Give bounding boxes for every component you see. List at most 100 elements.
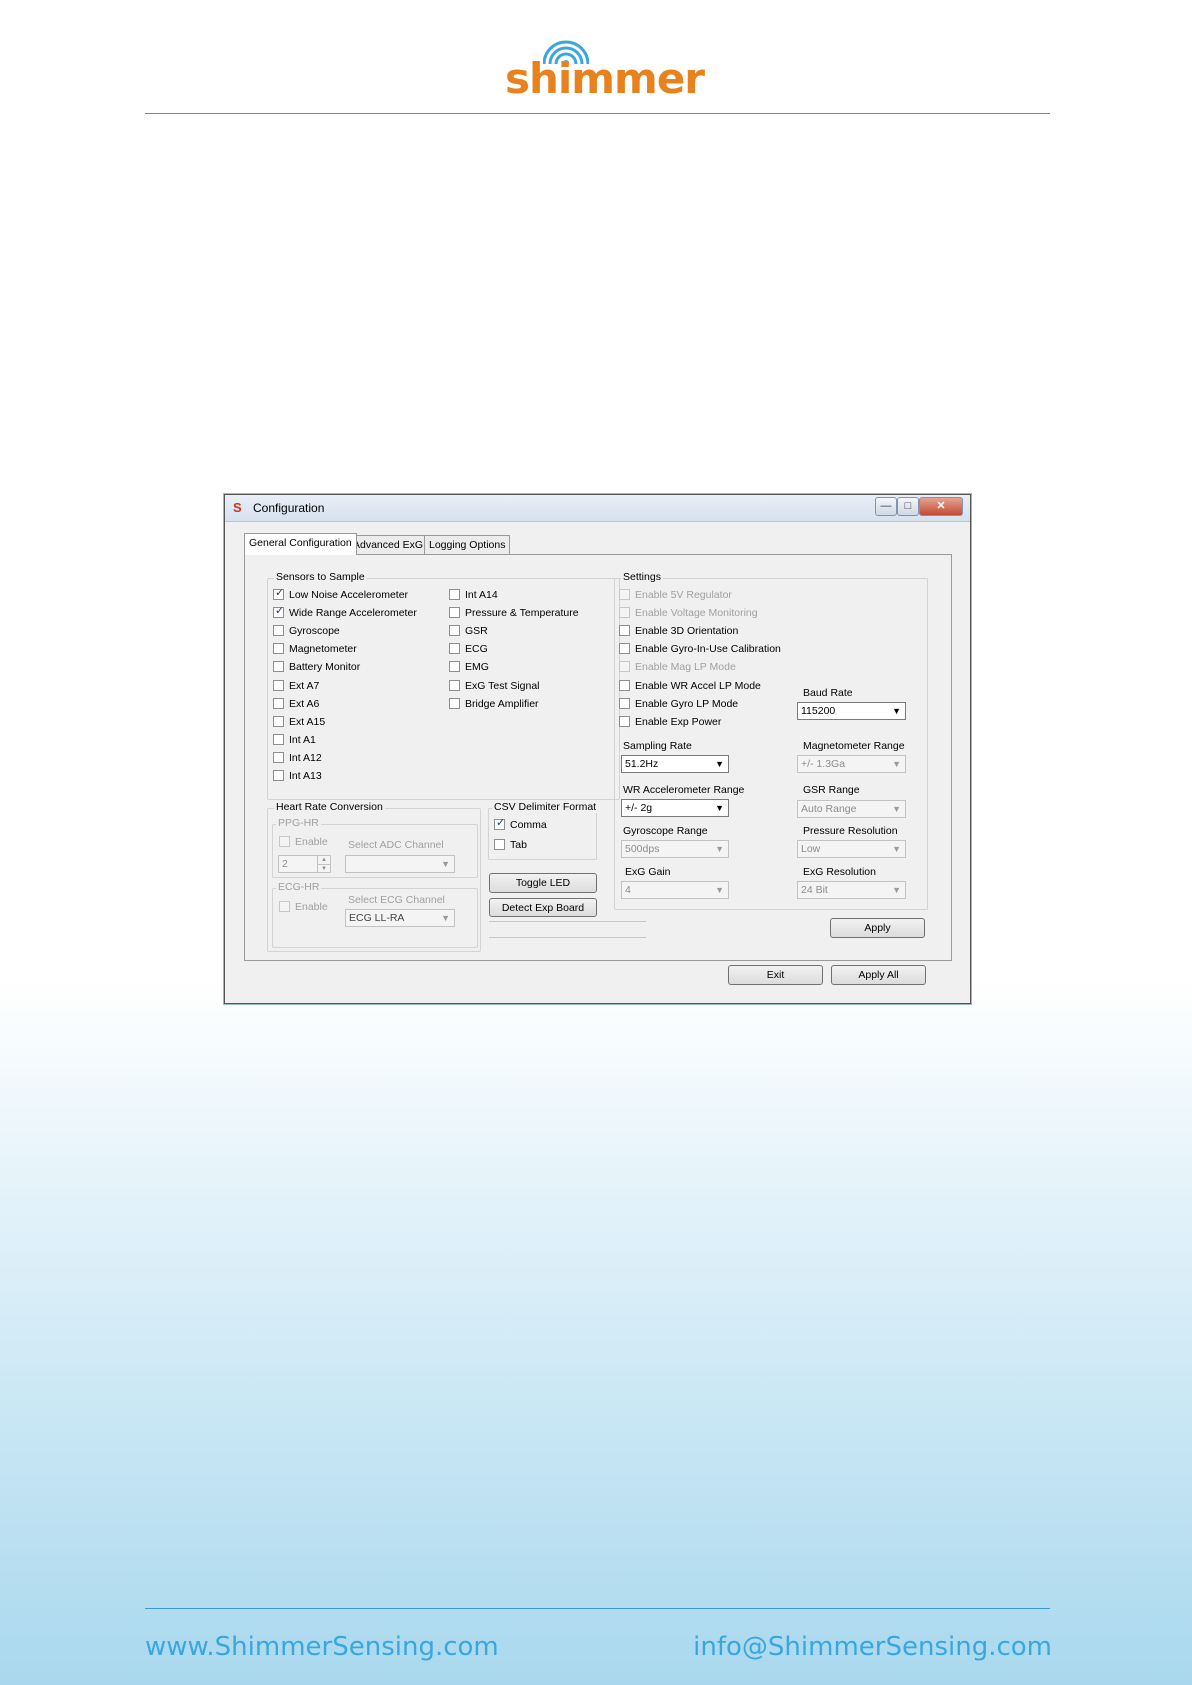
gsr-range-select[interactable]: Auto Range ▼ [797, 800, 906, 818]
spin-up-icon[interactable]: ▲ [317, 856, 330, 864]
sensor-checkbox[interactable]: Wide Range Accelerometer [273, 605, 417, 620]
sensors-group: Sensors to Sample Low Noise Acceleromete… [267, 571, 620, 800]
apply-button[interactable]: Apply [830, 918, 925, 938]
app-icon: S [233, 500, 242, 515]
csv-comma-checkbox[interactable]: Comma [494, 817, 547, 832]
magnetometer-range-select[interactable]: +/- 1.3Ga ▼ [797, 755, 906, 773]
sensor-label: Ext A7 [289, 679, 320, 692]
adc-channel-select[interactable]: ▼ [345, 855, 455, 873]
sampling-rate-label: Sampling Rate [623, 740, 692, 752]
exg-resolution-label: ExG Resolution [803, 866, 876, 878]
setting-checkbox[interactable]: Enable Mag LP Mode [619, 661, 736, 674]
sensor-checkbox[interactable]: Gyroscope [273, 625, 340, 638]
sensor-label: Gyroscope [289, 625, 340, 638]
sampling-rate-select[interactable]: 51.2Hz ▼ [621, 755, 729, 773]
checkbox-box [273, 587, 284, 600]
setting-checkbox[interactable]: Enable Gyro LP Mode [619, 697, 738, 711]
setting-checkbox[interactable]: Enable Gyro-In-Use Calibration [619, 643, 781, 656]
sensor-checkbox[interactable]: Battery Monitor [273, 661, 360, 674]
exg-resolution-select[interactable]: 24 Bit ▼ [797, 881, 906, 899]
checkbox-box [619, 715, 630, 727]
general-configuration-panel: Sensors to Sample Low Noise Acceleromete… [244, 554, 952, 961]
chevron-down-icon: ▼ [715, 885, 724, 895]
sensor-checkbox[interactable]: Ext A6 [273, 697, 319, 711]
toggle-led-button[interactable]: Toggle LED [489, 873, 597, 893]
checkbox-box [449, 589, 460, 600]
chevron-down-icon: ▼ [892, 804, 901, 814]
setting-checkbox[interactable]: Enable Exp Power [619, 715, 722, 729]
sensor-checkbox[interactable]: GSR [449, 625, 488, 638]
sensor-label: Int A14 [465, 589, 498, 601]
ecg-channel-select[interactable]: ECG LL-RA ▼ [345, 909, 455, 927]
maximize-button[interactable]: □ [897, 497, 919, 516]
setting-checkbox[interactable]: Enable 3D Orientation [619, 625, 738, 638]
checkbox-box [619, 697, 630, 709]
chevron-down-icon: ▼ [892, 759, 901, 769]
sensor-label: ExG Test Signal [465, 679, 540, 692]
sensor-checkbox[interactable]: Int A14 [449, 589, 498, 602]
checkbox-box [619, 625, 630, 637]
tab-general-configuration[interactable]: General Configuration [244, 533, 357, 555]
wr-accelerometer-range-select[interactable]: +/- 2g ▼ [621, 799, 729, 817]
checkbox-box [619, 661, 630, 673]
sensor-checkbox[interactable]: Magnetometer [273, 643, 357, 656]
sensor-checkbox[interactable]: Pressure & Temperature [449, 607, 579, 620]
chevron-down-icon: ▼ [441, 913, 450, 923]
heart-rate-group-title: Heart Rate Conversion [274, 801, 385, 813]
gyroscope-range-label: Gyroscope Range [623, 825, 708, 837]
checkbox-box [273, 643, 284, 655]
sensor-checkbox[interactable]: Ext A15 [273, 715, 325, 729]
chevron-down-icon: ▼ [715, 844, 724, 854]
apply-all-button[interactable]: Apply All [831, 965, 926, 985]
ppg-enable-checkbox[interactable]: Enable [279, 836, 328, 849]
checkbox-box [273, 751, 284, 763]
setting-label: Enable Gyro-In-Use Calibration [635, 643, 781, 656]
checkbox-box [273, 715, 284, 727]
email-link[interactable]: info@ShimmerSensing.com [693, 1632, 1052, 1662]
pressure-resolution-label: Pressure Resolution [803, 825, 898, 837]
title-bar[interactable]: S Configuration — □ ✕ [225, 495, 970, 522]
sensor-checkbox[interactable]: Int A12 [273, 751, 322, 765]
sensor-checkbox[interactable]: Ext A7 [273, 679, 320, 693]
sensor-checkbox[interactable]: Int A1 [273, 733, 316, 747]
minimize-button[interactable]: — [875, 497, 897, 516]
checkbox-box [619, 679, 630, 691]
checkbox-box [619, 607, 630, 619]
logo-text: shimmer [505, 54, 705, 103]
sensor-checkbox[interactable]: EMG [449, 661, 489, 674]
header-rule [145, 113, 1050, 114]
sensor-checkbox[interactable]: Low Noise Accelerometer [273, 587, 408, 602]
gyroscope-range-select[interactable]: 500dps ▼ [621, 840, 729, 858]
ppg-spin-input[interactable]: 2 ▲ ▼ [278, 855, 331, 873]
sensor-checkbox[interactable]: ECG [449, 643, 488, 656]
tab-logging-options[interactable]: Logging Options [424, 535, 511, 554]
csv-tab-checkbox[interactable]: Tab [494, 839, 527, 852]
checkbox-box [273, 679, 284, 691]
close-button[interactable]: ✕ [919, 497, 963, 516]
detect-exp-board-button[interactable]: Detect Exp Board [489, 898, 597, 917]
configuration-window: S Configuration — □ ✕ General Configurat… [224, 494, 971, 1004]
setting-checkbox[interactable]: Enable 5V Regulator [619, 589, 732, 602]
ecg-enable-checkbox[interactable]: Enable [279, 901, 328, 914]
exit-button[interactable]: Exit [728, 965, 823, 985]
pressure-resolution-select[interactable]: Low ▼ [797, 840, 906, 858]
sensor-label: Pressure & Temperature [465, 607, 579, 620]
sensor-checkbox[interactable]: Bridge Amplifier [449, 697, 539, 711]
sensor-label: Int A12 [289, 751, 322, 764]
spin-down-icon[interactable]: ▼ [317, 864, 330, 873]
tab-advanced-exg[interactable]: Advanced ExG [348, 535, 429, 554]
setting-label: Enable Exp Power [635, 715, 722, 728]
sensor-label: Int A1 [289, 733, 316, 746]
exg-gain-select[interactable]: 4 ▼ [621, 881, 729, 899]
sensor-checkbox[interactable]: Int A13 [273, 770, 322, 783]
website-link[interactable]: www.ShimmerSensing.com [145, 1632, 499, 1662]
ppg-hr-title: PPG-HR [276, 817, 321, 829]
chevron-down-icon: ▼ [892, 706, 901, 716]
sensor-label: Int A13 [289, 770, 322, 782]
setting-checkbox[interactable]: Enable Voltage Monitoring [619, 607, 758, 620]
wr-accelerometer-range-label: WR Accelerometer Range [623, 784, 745, 796]
sensor-checkbox[interactable]: ExG Test Signal [449, 679, 540, 693]
checkbox-box [449, 697, 460, 709]
baud-rate-select[interactable]: 115200 ▼ [797, 702, 906, 720]
setting-checkbox[interactable]: Enable WR Accel LP Mode [619, 679, 761, 693]
